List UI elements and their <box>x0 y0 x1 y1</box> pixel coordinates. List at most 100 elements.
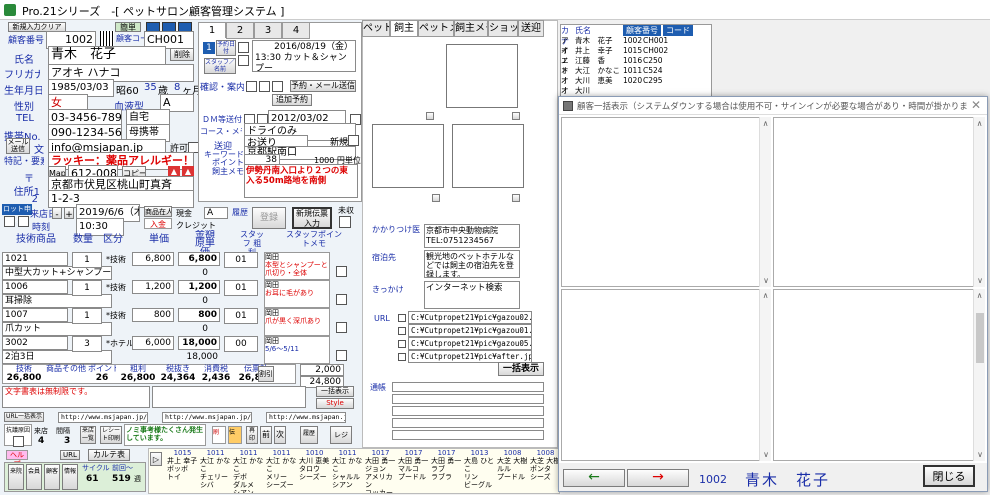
photo-btn-1a[interactable] <box>426 112 434 120</box>
url-field-photo-1[interactable]: C:¥Cutpropet21¥pic¥gazou02.jp: <box>408 311 532 324</box>
reserve-checkbox[interactable] <box>238 42 249 53</box>
bottom-small-button-4[interactable]: 情報 <box>62 464 78 490</box>
summary-line-5[interactable] <box>392 430 544 440</box>
photo-btn-1b[interactable] <box>512 112 520 120</box>
pet-photo-3[interactable] <box>452 124 524 188</box>
reprint-button[interactable]: 再印刷 <box>246 426 258 444</box>
trigger-field[interactable]: インターネット検索 <box>424 281 520 309</box>
pet-tab-petmemo[interactable]: ペットメモ <box>418 20 454 37</box>
confirm-check-3[interactable] <box>272 81 283 92</box>
print-button-a[interactable]: 刷 <box>212 426 226 444</box>
tab-4[interactable]: 4 <box>282 22 310 39</box>
visit-count-check[interactable] <box>12 436 24 447</box>
karte-column[interactable]: 1010 大川 恵美 タロウ シーズー <box>299 449 330 493</box>
summary-line-1[interactable] <box>392 382 544 392</box>
karte-column[interactable]: 1015 井上 幸子 ボッボ トイ <box>167 449 198 493</box>
unprinted-checkbox[interactable] <box>339 216 351 228</box>
style-button[interactable]: Style <box>316 398 354 409</box>
row-check[interactable] <box>336 322 347 333</box>
lot-checkbox[interactable] <box>4 216 15 227</box>
url-field-1[interactable]: http://www.msjapan.jp/ga <box>58 412 148 423</box>
url-check-1[interactable] <box>398 314 406 322</box>
row-amount[interactable]: 800 <box>178 308 220 322</box>
history-bottom-button[interactable]: 履歴 <box>300 426 318 444</box>
owner-memo-field[interactable]: 伊勢丹南入口より２つの東入る50m路地を南側 <box>244 164 358 198</box>
delete-button[interactable]: 削除 <box>170 48 194 61</box>
entry-label[interactable]: 入金 <box>144 218 172 229</box>
pet-tab-pickup[interactable]: 送迎 <box>518 20 544 37</box>
row-qty[interactable]: 1 <box>72 252 102 268</box>
bulk-display-button-sales[interactable]: 一括表示 <box>316 386 354 397</box>
row-staff[interactable]: 00 <box>224 336 258 352</box>
list-item[interactable]: オオ 大川 恵美 1020 C295 <box>561 76 711 95</box>
list-item[interactable]: オオ大川 <box>561 86 711 97</box>
row-code[interactable]: 1007 <box>2 308 68 322</box>
popup-scroll-3[interactable]: ∧ ∨ <box>759 289 771 461</box>
row-qty[interactable]: 3 <box>72 336 102 352</box>
receipt-button[interactable]: レシート印刷 <box>100 426 122 444</box>
pet-tab-ownermemo[interactable]: 飼主メモ <box>454 20 488 37</box>
karte-column[interactable]: 1013 大島 ひとこ リン ビーグル <box>464 449 495 493</box>
karte-column[interactable]: 1011 大江 かなこ シャルル シアン <box>332 449 363 493</box>
row-staff[interactable]: 01 <box>224 280 258 296</box>
summary-line-4[interactable] <box>392 418 544 428</box>
row-code[interactable]: 1006 <box>2 280 68 294</box>
karte-column[interactable]: 1017 大田 勇一 マルコ プードル <box>398 449 429 493</box>
row-staff[interactable]: 01 <box>224 308 258 324</box>
discount-button[interactable]: 割引 <box>258 366 274 382</box>
row-check[interactable] <box>336 294 347 305</box>
summary-line-2[interactable] <box>392 394 544 404</box>
date-prev-button[interactable]: - <box>52 207 62 219</box>
url-bottom-button[interactable]: URL <box>60 450 80 460</box>
prev-button[interactable]: 前 <box>260 426 272 444</box>
name-field[interactable]: 青木 花子 <box>48 46 166 65</box>
list-item[interactable]: オオ 大江 かなこ 1011 C524 <box>561 66 711 85</box>
url-check-2[interactable] <box>398 327 406 335</box>
pet-photo-1[interactable] <box>446 44 518 108</box>
mail-send-button[interactable]: メール送信 <box>6 138 30 154</box>
bottom-small-button-3[interactable]: 顧客 <box>44 464 60 490</box>
new-checkbox[interactable] <box>348 135 359 146</box>
pet-tab-pet[interactable]: ペット <box>362 20 390 37</box>
list-item[interactable]: エト 江藤 香 1016 C250 <box>561 56 711 75</box>
photo-btn-2a[interactable] <box>432 194 440 202</box>
summary-line-3[interactable] <box>392 406 544 416</box>
confirm-check-1[interactable] <box>246 81 257 92</box>
row-name[interactable]: 2泊3日 <box>2 350 112 364</box>
url-check-4[interactable] <box>398 353 406 361</box>
popup-close-icon[interactable]: ✕ <box>971 98 981 112</box>
row-price[interactable]: 6,000 <box>132 336 174 350</box>
date-next-button[interactable]: + <box>64 207 74 219</box>
row-price[interactable]: 1,200 <box>132 280 174 294</box>
register-bottom-button[interactable]: レジ <box>330 426 352 444</box>
list-item[interactable]: イノ 井上 幸子 1015 CH002 <box>561 46 711 65</box>
row-name[interactable]: 爪カット <box>2 322 112 336</box>
popup-close-button[interactable]: 閉じる <box>923 465 975 487</box>
new-slip-button[interactable]: 新規伝票入力 <box>292 207 332 229</box>
karte-column[interactable]: 1011 大江 かなこ デボ ダルメ シアン <box>233 449 264 493</box>
karte-column[interactable]: 1011 大江 かなこ チェリー シバ <box>200 449 231 493</box>
pet-tab-owner[interactable]: 飼主 <box>390 20 418 37</box>
register-button[interactable]: 登録 <box>252 207 286 229</box>
reserve-mail-button[interactable]: 予約・メール送信 <box>290 80 356 92</box>
vet-field[interactable]: 京都市中央動物病院 TEL:0751234567 <box>424 224 520 248</box>
total-a-field[interactable]: 2,000 <box>300 364 344 376</box>
bottom-small-button-1[interactable]: 来院 <box>8 464 24 490</box>
next-button[interactable]: 次 <box>274 426 286 444</box>
karte-column[interactable]: 1011 大江 かなこ メリー シーズー <box>266 449 297 493</box>
bulk-display-button[interactable]: 一括表示 <box>498 362 544 376</box>
staff-button[interactable]: スタッフ／名前 <box>204 58 236 74</box>
print-button-b[interactable]: 伝 <box>228 426 242 444</box>
confirm-check-2[interactable] <box>259 81 270 92</box>
help-button[interactable]: ヘルプ <box>6 450 28 468</box>
row-amount[interactable]: 6,800 <box>178 252 220 266</box>
popup-next-button[interactable]: → <box>627 469 689 487</box>
tab-3[interactable]: 3 <box>254 22 282 39</box>
row-code[interactable]: 3002 <box>2 336 68 350</box>
product-inventory-button[interactable]: 商品在人 <box>144 206 172 217</box>
row-check[interactable] <box>336 350 347 361</box>
row-name[interactable]: 耳掃除 <box>2 294 112 308</box>
url-field-photo-2[interactable]: C:¥Cutpropet21¥pic¥gazou01.jp: <box>408 324 532 337</box>
popup-prev-button[interactable]: ← <box>563 469 625 487</box>
url-field-2[interactable]: http://www.msjapan.jp/ga <box>162 412 252 423</box>
